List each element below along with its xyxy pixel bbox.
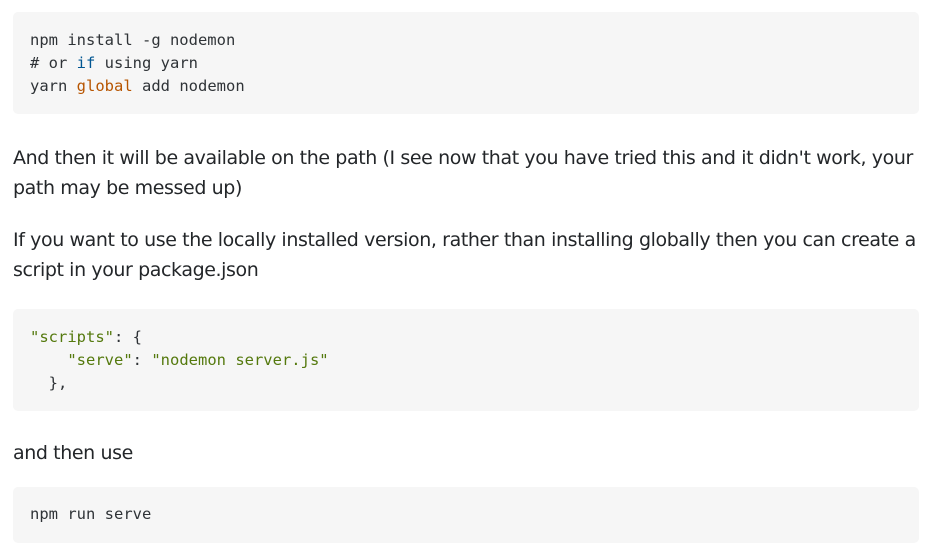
code-string: "nodemon server.js" — [151, 351, 329, 369]
code-string: "scripts" — [30, 328, 114, 346]
code-keyword: if — [76, 54, 96, 72]
code-block-run[interactable]: npm run serve — [13, 487, 919, 543]
code-line: "serve": "nodemon server.js" — [30, 349, 902, 372]
code-comment: # or — [30, 54, 77, 72]
code-line: # or if using yarn — [30, 52, 902, 75]
code-block-scripts[interactable]: "scripts": { "serve": "nodemon server.js… — [13, 309, 919, 411]
code-text: npm install -g nodemon — [30, 31, 236, 49]
code-block-install[interactable]: npm install -g nodemon # or if using yarn… — [13, 12, 919, 114]
code-text: : — [132, 351, 152, 369]
answer-body: npm install -g nodemon # or if using yarn… — [13, 12, 919, 543]
code-text: yarn — [30, 77, 77, 95]
code-line: yarn global add nodemon — [30, 75, 902, 98]
paragraph-path: And then it will be available on the pat… — [13, 147, 913, 199]
paragraph-and-then-use: and then use — [13, 442, 133, 464]
code-comment: using yarn — [95, 54, 198, 72]
code-line: npm install -g nodemon — [30, 29, 902, 52]
paragraph-local-version: If you want to use the locally installed… — [13, 229, 916, 281]
code-text: add nodemon — [132, 77, 245, 95]
code-text: : { — [114, 328, 142, 346]
code-line: }, — [30, 372, 902, 395]
code-builtin: global — [76, 77, 133, 95]
code-text: npm run serve — [30, 505, 152, 523]
code-string: "serve" — [67, 351, 133, 369]
code-line: npm run serve — [30, 503, 902, 526]
code-line: "scripts": { — [30, 326, 902, 349]
code-text: }, — [30, 374, 68, 392]
